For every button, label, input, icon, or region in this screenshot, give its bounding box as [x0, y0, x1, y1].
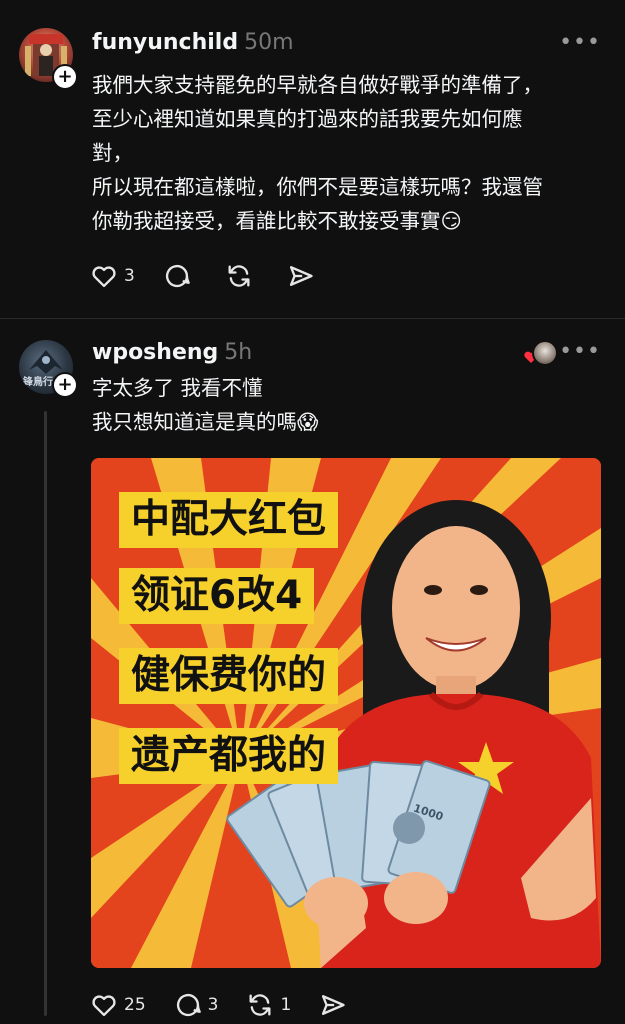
- repost-button[interactable]: 1: [246, 991, 291, 1019]
- more-icon[interactable]: •••: [559, 30, 601, 55]
- post-time: 50m: [244, 30, 294, 55]
- reply-button[interactable]: 3: [174, 991, 219, 1019]
- post-image[interactable]: 中配大红包 领证6改4 健保费你的 遗产都我的 1000: [91, 458, 601, 968]
- username[interactable]: funyunchild 50m: [92, 30, 294, 55]
- post-text-line: 至少心裡知道如果真的打過來的話我要先如何應: [92, 107, 523, 131]
- follow-plus-icon[interactable]: +: [52, 64, 78, 90]
- repost-count: 1: [280, 995, 292, 1015]
- like-count: 3: [124, 266, 135, 286]
- post-text-line: 對，: [92, 141, 133, 165]
- heart-icon: [92, 995, 116, 1017]
- post-text: 字太多了 我看不懂 我只想知道這是真的嗎😱: [92, 371, 612, 439]
- post-text-line: 你勒我超接受，看誰比較不敢接受事實😏: [92, 209, 462, 233]
- post-text-line: 字太多了 我看不懂: [92, 376, 263, 400]
- comment-icon: [176, 994, 201, 1017]
- thread-post: + funyunchild 50m ••• 我們大家支持罷免的早就各自做好戰爭的準…: [0, 0, 625, 319]
- post-time: 5h: [224, 340, 253, 365]
- username-text[interactable]: wposheng: [92, 340, 218, 365]
- post-actions: 25 3 1: [90, 991, 381, 1019]
- share-button[interactable]: [319, 991, 353, 1019]
- like-button[interactable]: 3: [90, 262, 135, 290]
- share-icon: [322, 995, 345, 1015]
- post-text-line: 我只想知道這是真的嗎😱: [92, 410, 319, 434]
- comment-icon: [165, 265, 190, 288]
- like-count: 25: [124, 995, 146, 1015]
- poster-text: 领证6改4: [119, 568, 315, 624]
- poster-text: 中配大红包: [119, 492, 339, 548]
- repost-icon: [228, 265, 250, 287]
- repost-button[interactable]: [225, 262, 259, 290]
- follow-plus-icon[interactable]: +: [52, 372, 78, 398]
- share-button[interactable]: [287, 262, 321, 290]
- poster-text: 健保费你的: [119, 648, 339, 704]
- reply-count: 3: [207, 995, 219, 1015]
- post-actions: 3: [90, 262, 349, 290]
- repost-icon: [249, 994, 271, 1016]
- heart-icon: [92, 266, 116, 288]
- reply-button[interactable]: [163, 262, 197, 290]
- thread-post: 锋鳥行 + wposheng 5h ••• 字太多了 我看不懂 我只想知道這是真的…: [0, 319, 625, 1024]
- poster-text: 遗产都我的: [119, 728, 339, 784]
- username-text[interactable]: funyunchild: [92, 30, 238, 55]
- like-button[interactable]: 25: [90, 991, 146, 1019]
- avatar-label: 锋鳥行: [23, 377, 53, 388]
- post-text-line: 所以現在都這樣啦，你們不是要這樣玩嗎？我還管: [92, 175, 543, 199]
- liker-avatar[interactable]: [532, 340, 558, 366]
- post-text-line: 我們大家支持罷免的早就各自做好戰爭的準備了，: [92, 73, 543, 97]
- username[interactable]: wposheng 5h: [92, 340, 252, 365]
- post-text: 我們大家支持罷免的早就各自做好戰爭的準備了， 至少心裡知道如果真的打過來的話我要…: [92, 68, 612, 238]
- more-icon[interactable]: •••: [559, 339, 601, 364]
- thread-line: [44, 411, 47, 1016]
- share-icon: [289, 266, 313, 286]
